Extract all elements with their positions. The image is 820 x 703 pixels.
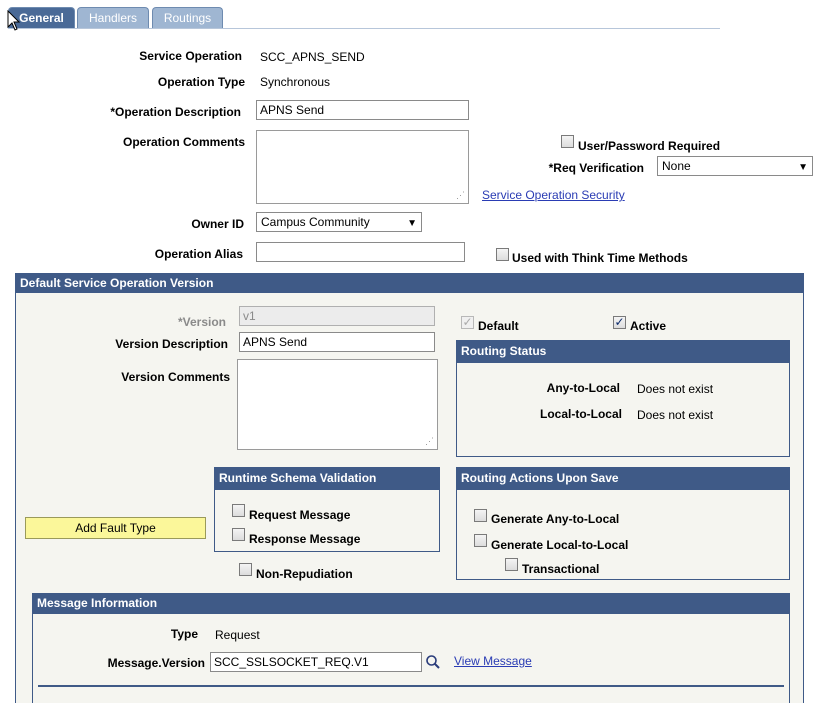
owner-id-value: Campus Community (261, 215, 370, 229)
response-message-label: Response Message (249, 532, 361, 546)
operation-alias-label: Operation Alias (154, 247, 243, 261)
service-operation-security-link[interactable]: Service Operation Security (482, 188, 625, 202)
req-verification-label: *Req Verification (548, 161, 644, 175)
schema-validation-header: Runtime Schema Validation (214, 467, 440, 489)
message-info-divider (38, 685, 784, 687)
message-type-label: Type (170, 627, 198, 641)
message-version-label: Message.Version (107, 656, 205, 670)
non-repudiation-checkbox[interactable] (239, 563, 252, 576)
search-icon[interactable] (425, 654, 441, 670)
non-repudiation-label: Non-Repudiation (256, 567, 353, 581)
generate-any-to-local-label: Generate Any-to-Local (491, 512, 620, 526)
chevron-down-icon: ▼ (407, 218, 417, 229)
generate-local-to-local-checkbox[interactable] (474, 534, 487, 547)
routing-any-to-local-value: Does not exist (637, 382, 714, 396)
mouse-cursor-icon (7, 10, 21, 31)
add-fault-type-button[interactable]: Add Fault Type (25, 517, 206, 539)
think-time-checkbox[interactable] (496, 248, 509, 261)
message-type-value: Request (215, 628, 260, 642)
tab-routings[interactable]: Routings (152, 7, 223, 29)
service-operation-value: SCC_APNS_SEND (260, 50, 365, 64)
version-panel-header: Default Service Operation Version (15, 273, 804, 293)
active-checkbox[interactable]: ✓ (613, 316, 626, 329)
user-password-label: User/Password Required (578, 139, 721, 153)
message-version-input[interactable]: SCC_SSLSOCKET_REQ.V1 (210, 652, 422, 672)
view-message-link[interactable]: View Message (454, 654, 532, 668)
owner-id-label: Owner ID (191, 217, 244, 231)
routing-local-to-local-label: Local-to-Local (539, 407, 622, 421)
operation-comments-textarea[interactable]: ⋰ (256, 130, 469, 204)
version-description-input[interactable]: APNS Send (239, 332, 435, 352)
operation-type-value: Synchronous (260, 75, 331, 89)
req-verification-select[interactable]: None ▼ (657, 156, 813, 176)
version-comments-label: Version Comments (121, 370, 230, 384)
operation-alias-input[interactable] (256, 242, 465, 262)
routing-actions-header: Routing Actions Upon Save (456, 467, 790, 489)
version-description-label: Version Description (115, 337, 228, 351)
default-label: Default (478, 319, 519, 333)
generate-local-to-local-label: Generate Local-to-Local (491, 538, 629, 552)
request-message-label: Request Message (249, 508, 351, 522)
routing-status-header: Routing Status (456, 340, 790, 362)
active-label: Active (630, 319, 667, 333)
req-verification-value: None (662, 159, 691, 173)
service-operation-label: Service Operation (139, 49, 242, 63)
version-label: *Version (177, 315, 226, 329)
operation-description-input[interactable]: APNS Send (256, 100, 469, 120)
chevron-down-icon: ▼ (798, 162, 808, 173)
generate-any-to-local-checkbox[interactable] (474, 509, 487, 522)
operation-type-label: Operation Type (157, 75, 245, 89)
version-input: v1 (239, 306, 435, 326)
user-password-checkbox[interactable] (561, 135, 574, 148)
transactional-label: Transactional (522, 562, 600, 576)
operation-description-label: *Operation Description (110, 105, 241, 119)
resize-grip-icon: ⋰ (425, 436, 434, 446)
version-comments-textarea[interactable]: ⋰ (237, 359, 438, 450)
owner-id-select[interactable]: Campus Community ▼ (256, 212, 422, 232)
resize-grip-icon: ⋰ (456, 190, 465, 200)
think-time-label: Used with Think Time Methods (512, 251, 688, 265)
tab-divider (8, 28, 720, 29)
transactional-checkbox[interactable] (505, 558, 518, 571)
message-info-header: Message Information (32, 593, 790, 614)
routing-any-to-local-label: Any-to-Local (546, 381, 620, 395)
operation-comments-label: Operation Comments (122, 135, 245, 149)
default-checkbox: ✓ (461, 315, 474, 329)
response-message-checkbox[interactable] (232, 528, 245, 541)
routing-local-to-local-value: Does not exist (637, 408, 714, 422)
request-message-checkbox[interactable] (232, 504, 245, 517)
tab-handlers[interactable]: Handlers (77, 7, 149, 29)
